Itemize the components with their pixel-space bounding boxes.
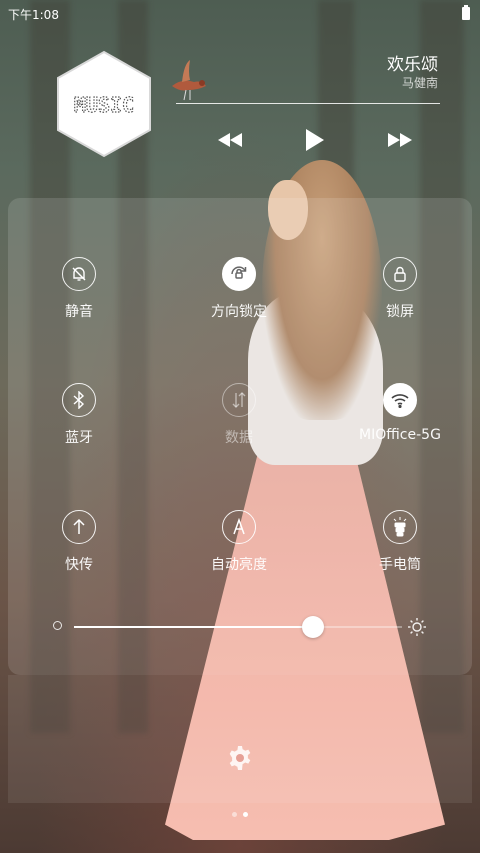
toggle-label: 手电筒 [379,557,421,573]
flashlight-icon [383,510,417,544]
wifi-icon [383,383,417,417]
toggle-lock-screen[interactable]: 锁屏 [330,257,470,321]
toggle-quick-share[interactable]: 快传 [9,510,149,574]
brightness-high-icon [407,617,427,637]
toggle-bluetooth[interactable]: 蓝牙 [9,383,149,447]
lock-icon [383,257,417,291]
brightness-low-icon [53,621,62,630]
rotation-lock-icon [222,257,256,291]
toggle-rotation-lock[interactable]: 方向锁定 [169,257,309,321]
bird-icon [164,56,210,102]
quick-share-icon [62,510,96,544]
toggle-label: 静音 [65,304,93,320]
play-icon [306,129,324,151]
bluetooth-icon [62,383,96,417]
auto-brightness-icon [222,510,256,544]
fast-forward-icon [388,133,412,147]
song-artist: 马健南 [401,76,438,90]
next-button[interactable] [386,128,414,152]
status-bar: 下午1:08 [0,0,480,28]
toggle-label: 蓝牙 [65,430,93,446]
brightness-slider[interactable] [74,616,402,638]
music-logo-text: MUSIC [74,93,134,117]
toggle-label: 数据 [225,430,253,446]
page-indicator [0,812,480,817]
previous-button[interactable] [216,128,244,152]
music-logo[interactable]: MUSIC [56,50,152,158]
page-dot-active[interactable] [243,812,248,817]
battery-icon [462,5,470,20]
song-progress-bar[interactable] [176,103,440,104]
toggle-label: 快传 [65,557,93,573]
rewind-icon [218,133,242,147]
toggle-label: MIOffice-5G [359,427,441,443]
toggle-label: 自动亮度 [211,557,267,573]
settings-button[interactable] [226,744,254,772]
play-button[interactable] [300,128,328,152]
toggle-label: 方向锁定 [211,304,267,320]
toggle-mobile-data[interactable]: 数据 [169,383,309,447]
toggle-wifi[interactable]: MIOffice-5G [330,383,470,443]
brightness-slider-fill [74,626,314,628]
status-time: 下午1:08 [8,8,59,22]
bell-mute-icon [62,257,96,291]
gear-icon [229,746,251,770]
bottom-panel [8,675,472,803]
toggle-auto-brightness[interactable]: 自动亮度 [169,510,309,574]
music-hexagon-icon: MUSIC [57,50,151,158]
toggle-label: 锁屏 [386,304,414,320]
page-dot[interactable] [232,812,237,817]
song-title: 欢乐颂 [387,55,438,75]
mobile-data-icon [222,383,256,417]
toggle-flashlight[interactable]: 手电筒 [330,510,470,574]
toggle-mute[interactable]: 静音 [9,257,149,321]
